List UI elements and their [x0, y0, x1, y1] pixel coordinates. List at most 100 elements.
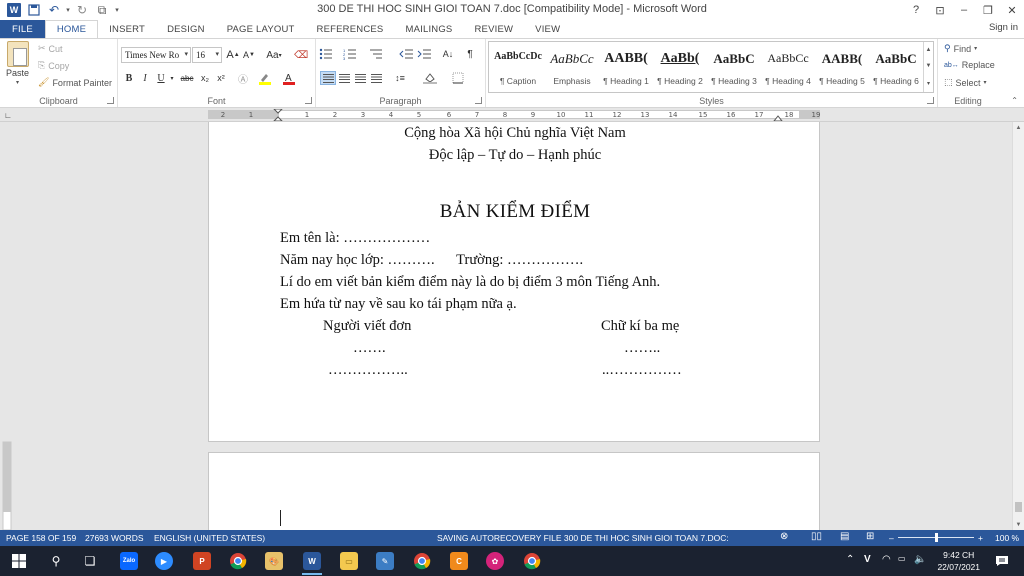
- more-styles-icon[interactable]: ▾: [927, 80, 930, 87]
- word-taskbar-icon[interactable]: W: [300, 550, 324, 575]
- restore-button[interactable]: ❐: [976, 0, 1000, 20]
- word-app-icon[interactable]: W: [4, 1, 24, 19]
- document-page[interactable]: Cộng hòa Xã hội Chủ nghĩa Việt Nam Độc l…: [208, 122, 820, 442]
- text-effects-icon[interactable]: Ⓐ: [236, 71, 250, 86]
- style-emphasis[interactable]: AaBbCc Emphasis: [545, 43, 599, 91]
- tab-stop-selector-icon[interactable]: ∟: [3, 110, 13, 120]
- underline-button[interactable]: U: [154, 71, 168, 85]
- app-orange-taskbar-icon[interactable]: C: [447, 550, 471, 572]
- close-button[interactable]: ✕: [1000, 0, 1024, 20]
- font-size-select[interactable]: 16 ▾: [192, 47, 222, 63]
- app-pink-taskbar-icon[interactable]: ✿: [483, 550, 507, 572]
- style-heading-6[interactable]: AaBbC ¶ Heading 6: [869, 43, 923, 91]
- align-left-button[interactable]: [320, 71, 336, 85]
- task-view-icon[interactable]: ❏: [78, 550, 102, 572]
- sign-in-link[interactable]: Sign in: [989, 22, 1018, 33]
- font-name-select[interactable]: Times New Ro ▾: [121, 47, 191, 63]
- web-layout-icon[interactable]: ⊞: [866, 531, 874, 542]
- underline-dropdown-icon[interactable]: ▾: [168, 71, 176, 85]
- indent-marker-icon[interactable]: [273, 109, 283, 121]
- tab-design[interactable]: DESIGN: [156, 20, 216, 38]
- chevron-up-icon[interactable]: ▲: [926, 47, 932, 53]
- increase-indent-icon[interactable]: [416, 47, 432, 61]
- start-button[interactable]: [7, 550, 31, 572]
- redo-icon[interactable]: ↻: [72, 1, 92, 19]
- clear-formatting-icon[interactable]: ⌫: [294, 48, 308, 62]
- sort-icon[interactable]: A↓: [440, 47, 456, 61]
- style-heading-1[interactable]: AABB( ¶ Heading 1: [599, 43, 653, 91]
- show-formatting-marks-icon[interactable]: ¶: [462, 47, 478, 61]
- vertical-ruler[interactable]: [2, 122, 12, 530]
- collapse-ribbon-icon[interactable]: ⌃: [1011, 96, 1018, 105]
- tab-view[interactable]: VIEW: [524, 20, 571, 38]
- page-count-status[interactable]: PAGE 158 OF 159: [6, 533, 76, 543]
- zoom-in-button[interactable]: +: [978, 533, 983, 543]
- tab-home[interactable]: HOME: [44, 20, 99, 38]
- cancel-save-icon[interactable]: ⊗: [780, 531, 788, 542]
- save-icon[interactable]: [24, 1, 44, 19]
- right-indent-marker-icon[interactable]: [773, 113, 783, 121]
- customize-qat-icon[interactable]: ▾: [112, 1, 122, 19]
- tab-insert[interactable]: INSERT: [98, 20, 156, 38]
- highlight-color-icon[interactable]: [258, 71, 272, 85]
- tab-file[interactable]: FILE: [0, 20, 45, 38]
- style-heading-2[interactable]: AaBb( ¶ Heading 2: [653, 43, 707, 91]
- volume-icon[interactable]: 🔈: [914, 554, 926, 565]
- align-right-button[interactable]: [352, 71, 368, 85]
- subscript-button[interactable]: x₂: [198, 71, 212, 85]
- cut-button[interactable]: ✂ Cut: [38, 43, 63, 54]
- styles-launcher-icon[interactable]: [927, 97, 934, 104]
- paragraph-launcher-icon[interactable]: [475, 97, 482, 104]
- scroll-down-icon[interactable]: ▼: [1013, 519, 1024, 530]
- font-color-icon[interactable]: A: [282, 71, 296, 85]
- photos-taskbar-icon[interactable]: ✎: [373, 550, 397, 572]
- notifications-icon[interactable]: [990, 550, 1014, 572]
- replace-button[interactable]: ab↔ Replace: [944, 60, 995, 70]
- style-heading-4[interactable]: AaBbCc ¶ Heading 4: [761, 43, 815, 91]
- unikey-icon[interactable]: V: [864, 554, 871, 565]
- zoom-slider-thumb[interactable]: [935, 533, 938, 542]
- ribbon-display-options-icon[interactable]: ⊡: [928, 0, 952, 20]
- search-icon[interactable]: ⚲: [44, 550, 68, 572]
- touch-mode-icon[interactable]: ⧉: [92, 1, 112, 19]
- clipboard-launcher-icon[interactable]: [107, 97, 114, 104]
- wifi-icon[interactable]: ◠: [882, 554, 891, 565]
- minimize-button[interactable]: –: [952, 0, 976, 20]
- tab-review[interactable]: REVIEW: [463, 20, 524, 38]
- chrome-taskbar-icon[interactable]: [226, 550, 250, 572]
- tab-mailings[interactable]: MAILINGS: [394, 20, 463, 38]
- zoom-out-button[interactable]: –: [889, 533, 894, 543]
- zoom-level[interactable]: 100 %: [995, 533, 1019, 543]
- read-mode-icon[interactable]: ▯▯: [811, 531, 822, 542]
- paint-taskbar-icon[interactable]: 🎨: [262, 550, 286, 572]
- font-launcher-icon[interactable]: [305, 97, 312, 104]
- undo-icon[interactable]: ↶: [44, 1, 64, 19]
- align-center-button[interactable]: [336, 71, 352, 85]
- word-count-status[interactable]: 27693 WORDS: [85, 533, 144, 543]
- tab-references[interactable]: REFERENCES: [306, 20, 395, 38]
- copy-button[interactable]: ⎘ Copy: [38, 60, 69, 71]
- chrome-taskbar-icon-3[interactable]: [520, 550, 544, 572]
- tab-page-layout[interactable]: PAGE LAYOUT: [216, 20, 306, 38]
- zoom-app-taskbar-icon[interactable]: ▶: [152, 550, 176, 572]
- undo-dropdown-icon[interactable]: ▾: [64, 1, 72, 19]
- change-case-button[interactable]: Aa ▾: [264, 48, 284, 62]
- numbering-icon[interactable]: 123: [342, 47, 358, 61]
- vertical-scrollbar[interactable]: ▲ ▼: [1012, 122, 1024, 530]
- paste-button[interactable]: Paste ▾: [6, 41, 29, 86]
- document-page-next[interactable]: [208, 452, 820, 530]
- superscript-button[interactable]: x²: [214, 71, 228, 85]
- find-button[interactable]: ⚲ Find ▾: [944, 43, 977, 54]
- clock[interactable]: 9:42 CH 22/07/2021: [937, 549, 980, 573]
- help-icon[interactable]: ?: [904, 0, 928, 20]
- zalo-taskbar-icon[interactable]: Zalo: [117, 550, 141, 572]
- battery-icon[interactable]: ▭: [898, 554, 906, 563]
- horizontal-ruler[interactable]: 2 1 1 2 3 4 5 6 7 8 9 10 11 12 13 14 15 …: [208, 109, 820, 121]
- strikethrough-button[interactable]: abc: [178, 71, 196, 85]
- italic-button[interactable]: I: [138, 71, 152, 85]
- line-spacing-icon[interactable]: ↕≡: [392, 71, 408, 85]
- print-layout-icon[interactable]: ▤: [840, 531, 849, 542]
- shading-icon[interactable]: [422, 71, 438, 85]
- format-painter-button[interactable]: 🖌 Format Painter: [38, 77, 112, 88]
- chrome-taskbar-icon-2[interactable]: [410, 550, 434, 572]
